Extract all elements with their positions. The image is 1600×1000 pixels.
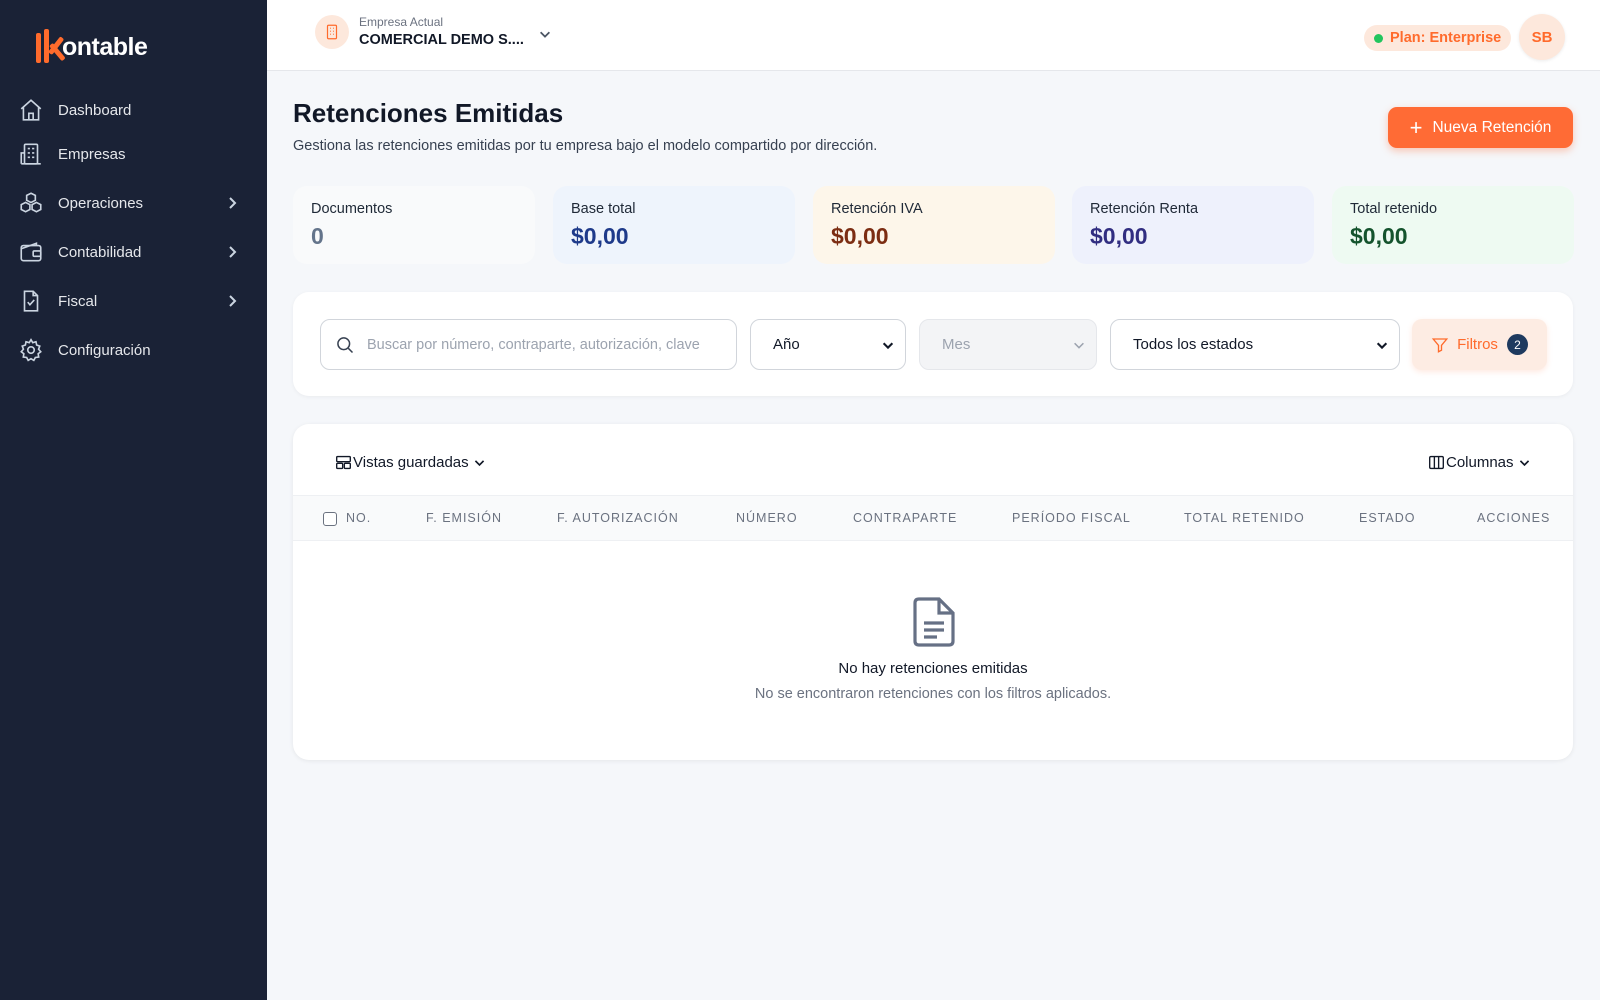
- page-title: Retenciones Emitidas: [293, 98, 564, 128]
- new-retention-label: Nueva Retención: [1432, 118, 1552, 136]
- stat-card-base-total: Base total $0,00: [553, 186, 795, 264]
- stat-value: $0,00: [1090, 223, 1148, 249]
- stat-value: $0,00: [831, 223, 889, 249]
- column-header-total-retenido[interactable]: Total Retenido: [1184, 511, 1305, 525]
- stat-label: Documentos: [311, 201, 393, 217]
- app-logo[interactable]: ontable: [35, 28, 148, 66]
- sidebar-item-dashboard[interactable]: Dashboard: [18, 90, 250, 130]
- year-select[interactable]: Año: [750, 319, 906, 370]
- chevron-down-icon: [881, 338, 895, 352]
- chevron-down-icon: [538, 27, 552, 41]
- filters-count-badge: 2: [1506, 334, 1528, 355]
- status-select-value: Todos los estados: [1133, 336, 1254, 353]
- cubes-icon: [18, 190, 44, 216]
- columns-button[interactable]: Columnas: [1428, 450, 1531, 474]
- search-box[interactable]: [320, 319, 737, 370]
- stat-label: Retención IVA: [831, 201, 923, 217]
- chevron-down-icon: [474, 459, 484, 466]
- plus-icon: +: [1409, 114, 1423, 140]
- top-header: Empresa Actual COMERCIAL DEMO S.... Plan…: [267, 0, 1600, 71]
- table-header: No. F. Emisión F. Autorización Número Co…: [293, 495, 1573, 541]
- sidebar-item-empresas[interactable]: Empresas: [18, 134, 250, 174]
- stat-label: Total retenido: [1350, 201, 1438, 217]
- company-selector[interactable]: Empresa Actual COMERCIAL DEMO S....: [315, 14, 552, 50]
- sidebar-item-label: Configuración: [58, 341, 151, 359]
- column-header-no[interactable]: No.: [346, 511, 371, 525]
- stat-value: $0,00: [571, 223, 629, 249]
- column-header-numero[interactable]: Número: [736, 511, 798, 525]
- new-retention-button[interactable]: + Nueva Retención: [1388, 107, 1573, 148]
- retentions-table-card: Vistas guardadas Columnas No. F. Emisión…: [293, 424, 1573, 760]
- saved-views-label: Vistas guardadas: [353, 453, 469, 471]
- filters-panel: Año Mes Todos los estados Filtros 2: [293, 292, 1573, 396]
- stat-value: $0,00: [1350, 223, 1408, 249]
- status-select[interactable]: Todos los estados: [1110, 319, 1400, 370]
- stat-card-retencion-renta: Retención Renta $0,00: [1072, 186, 1314, 264]
- search-icon: [337, 336, 354, 353]
- columns-icon: [1429, 455, 1444, 469]
- column-header-estado[interactable]: Estado: [1359, 511, 1415, 525]
- sidebar-item-label: Operaciones: [58, 194, 144, 212]
- sidebar: ontable Dashboard Empresas Operaciones C…: [0, 0, 267, 1000]
- company-label: Empresa Actual: [359, 15, 444, 29]
- columns-label: Columnas: [1446, 453, 1514, 471]
- plan-label: Plan: Enterprise: [1390, 30, 1502, 46]
- sidebar-item-contabilidad[interactable]: Contabilidad: [18, 232, 250, 272]
- building-icon: [315, 15, 349, 49]
- column-header-contraparte[interactable]: Contraparte: [853, 511, 957, 525]
- funnel-icon: [1431, 337, 1449, 353]
- logo-text: ontable: [62, 32, 148, 61]
- logo-mark-icon: [35, 29, 66, 65]
- filters-button[interactable]: Filtros 2: [1412, 319, 1547, 370]
- document-check-icon: [18, 288, 44, 314]
- chevron-right-icon: [224, 293, 240, 309]
- company-name: COMERCIAL DEMO S....: [359, 32, 524, 48]
- month-select-value: Mes: [942, 336, 971, 353]
- column-header-periodo-fiscal[interactable]: Período Fiscal: [1012, 511, 1131, 525]
- column-header-fecha-autorizacion[interactable]: F. Autorización: [557, 511, 679, 525]
- document-icon: [911, 596, 957, 648]
- status-dot-icon: [1374, 33, 1383, 43]
- user-avatar[interactable]: SB: [1519, 14, 1565, 60]
- stat-label: Base total: [571, 201, 636, 217]
- wallet-icon: [18, 239, 44, 265]
- sidebar-item-configuracion[interactable]: Configuración: [18, 330, 250, 370]
- year-select-value: Año: [773, 336, 800, 353]
- sidebar-item-label: Dashboard: [58, 101, 132, 119]
- empty-state-subtitle: No se encontraron retenciones con los fi…: [754, 686, 1112, 702]
- column-header-acciones: Acciones: [1477, 511, 1551, 525]
- sidebar-item-operaciones[interactable]: Operaciones: [18, 183, 250, 223]
- sidebar-item-fiscal[interactable]: Fiscal: [18, 281, 250, 321]
- chevron-down-icon: [1375, 338, 1389, 352]
- stat-value: 0: [311, 223, 324, 249]
- select-all-checkbox[interactable]: [323, 512, 337, 526]
- saved-views-button[interactable]: Vistas guardadas: [335, 450, 486, 474]
- chevron-right-icon: [224, 244, 240, 260]
- chevron-down-icon: [1072, 338, 1086, 352]
- sidebar-item-label: Empresas: [58, 145, 126, 163]
- stat-card-retencion-iva: Retención IVA $0,00: [813, 186, 1055, 264]
- building-icon: [18, 141, 44, 167]
- chevron-down-icon: [1519, 459, 1529, 466]
- stat-card-total-retenido: Total retenido $0,00: [1332, 186, 1574, 264]
- stat-label: Retención Renta: [1090, 201, 1199, 217]
- sidebar-item-label: Fiscal: [58, 292, 98, 310]
- gear-icon: [18, 337, 44, 363]
- empty-state-title: No hay retenciones emitidas: [838, 660, 1028, 677]
- search-input[interactable]: [367, 336, 727, 353]
- home-icon: [18, 97, 44, 123]
- page-subtitle: Gestiona las retenciones emitidas por tu…: [293, 138, 878, 154]
- sidebar-item-label: Contabilidad: [58, 243, 142, 261]
- stat-card-documentos: Documentos 0: [293, 186, 535, 264]
- month-select[interactable]: Mes: [919, 319, 1097, 370]
- column-header-fecha-emision[interactable]: F. Emisión: [426, 511, 502, 525]
- plan-badge: Plan: Enterprise: [1364, 25, 1512, 51]
- chevron-right-icon: [224, 195, 240, 211]
- filters-button-label: Filtros: [1457, 336, 1498, 353]
- layout-icon: [336, 455, 351, 469]
